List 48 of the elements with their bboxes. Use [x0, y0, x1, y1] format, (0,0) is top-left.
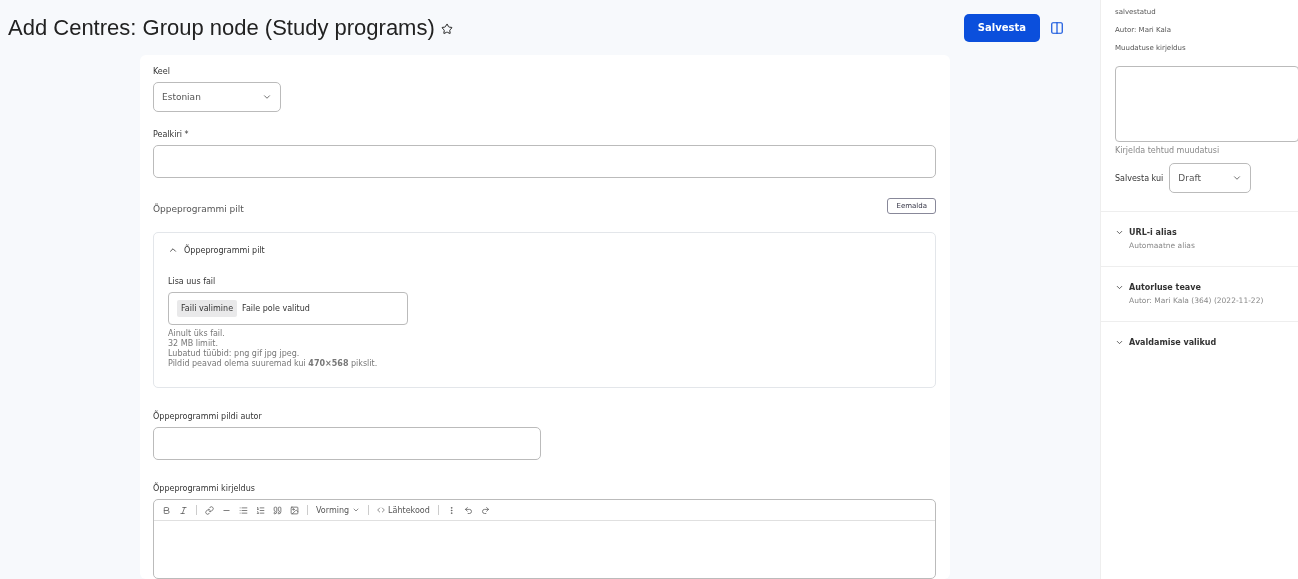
details-summary[interactable]: Õppeprogrammi pilt [168, 245, 265, 255]
save-button[interactable]: Salvesta [963, 13, 1040, 42]
file-status: Faile pole valitud [242, 304, 310, 313]
star-icon[interactable] [440, 22, 453, 35]
title-input[interactable] [153, 145, 936, 178]
field-label: Õppeprogrammi kirjeldus [153, 484, 256, 493]
section-toggle[interactable]: Avaldamise valikud [1115, 338, 1217, 347]
section-toggle[interactable]: URL-i alias [1115, 228, 1177, 237]
field-label: Pealkiri * [153, 130, 190, 139]
code-icon [377, 506, 386, 514]
undo-icon[interactable] [463, 505, 473, 515]
field-label: Keel [153, 67, 171, 76]
chevron-up-icon [168, 245, 178, 255]
hint-text: Kirjelda tehtud muudatusi [1115, 146, 1221, 155]
chevron-down-icon [1115, 228, 1124, 237]
redo-icon[interactable] [480, 505, 490, 515]
image-icon[interactable] [290, 505, 299, 515]
bold-icon[interactable] [162, 505, 171, 515]
image-author-input[interactable] [153, 427, 541, 460]
section-label: Õppeprogrammi pilt [153, 204, 244, 214]
text-editor[interactable]: Vorming Lähtekood [153, 499, 936, 579]
chevron-down-icon [262, 92, 272, 102]
numbered-list-icon[interactable] [256, 505, 265, 515]
bullet-list-icon[interactable] [239, 505, 248, 515]
page-title: Add Centres: Group node (Study programs) [8, 14, 453, 41]
help-text: Ainult üks fail. [168, 329, 226, 339]
help-text: Pildid peavad olema suuremad kui 470×568 pikslit. [168, 359, 379, 369]
section-toggle[interactable]: Autorluse teave [1115, 283, 1201, 292]
file-field[interactable]: Faili valimine Faile pole valitud [168, 292, 408, 325]
chevron-down-icon [1115, 338, 1124, 347]
chevron-down-icon [1232, 173, 1243, 183]
choose-file-button[interactable]: Faili valimine [177, 300, 238, 317]
field-label: Õppeprogrammi pildi autor [153, 412, 263, 421]
help-text: 32 MB limiit. [168, 339, 220, 349]
field-label: Salvesta kui [1115, 173, 1164, 183]
chevron-down-icon [1115, 283, 1124, 292]
language-select[interactable]: Estonian [153, 82, 281, 112]
chevron-down-icon [352, 506, 361, 514]
field-label: Lisa uus fail [168, 277, 217, 286]
link-icon[interactable] [205, 505, 214, 515]
state-select[interactable]: Draft [1169, 163, 1252, 193]
sidebar-toggle-icon[interactable] [1050, 20, 1064, 35]
revision-log-field[interactable] [1115, 66, 1298, 142]
quote-icon[interactable] [273, 505, 282, 515]
format-dropdown[interactable]: Vorming [316, 505, 361, 515]
italic-icon[interactable] [179, 505, 188, 515]
source-button[interactable]: Lähtekood [377, 505, 430, 515]
help-text: Lubatud tüübid: png gif jpg jpeg. [168, 349, 301, 359]
